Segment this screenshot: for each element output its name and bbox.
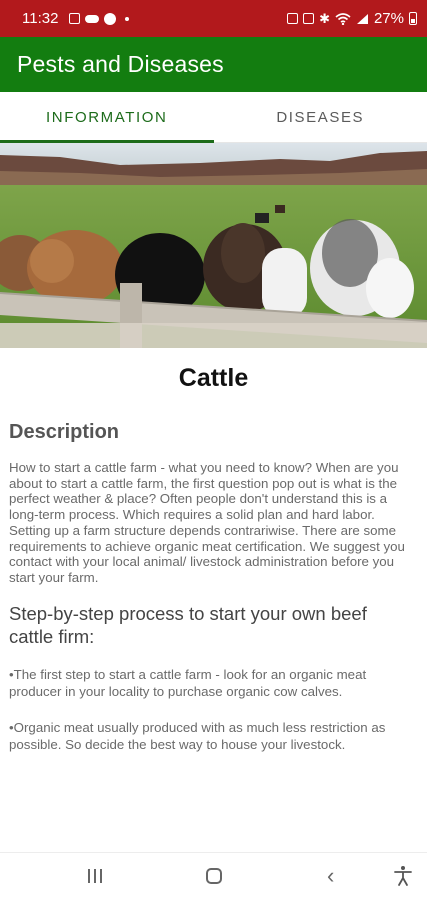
description-heading: Description	[9, 421, 427, 444]
app-title: Pests and Diseases	[17, 51, 224, 78]
whatsapp-icon	[104, 13, 116, 25]
tab-information[interactable]: INFORMATION	[0, 92, 214, 142]
battery-level: 27%	[374, 10, 404, 27]
animal-title: Cattle	[0, 364, 427, 393]
cattle-photo-icon	[0, 143, 427, 348]
accessibility-icon[interactable]	[393, 865, 413, 887]
status-time: 11:32	[22, 10, 58, 27]
lock-icon	[287, 13, 298, 24]
alarm-icon	[303, 13, 314, 24]
signal-icon	[356, 13, 369, 25]
tab-diseases[interactable]: DISEASES	[214, 92, 427, 142]
recents-button[interactable]	[88, 869, 102, 883]
step-item: •Organic meat usually produced with as m…	[9, 719, 413, 754]
app-bar: Pests and Diseases	[0, 37, 427, 92]
back-button[interactable]: ‹	[327, 866, 334, 886]
image-notification-icon	[69, 13, 80, 24]
home-button[interactable]	[206, 868, 222, 884]
battery-icon	[409, 12, 417, 25]
tab-bar: INFORMATION DISEASES	[0, 92, 427, 143]
more-notifications-icon	[125, 17, 129, 21]
cloud-icon	[85, 15, 99, 23]
content-scroll[interactable]: Cattle Description How to start a cattle…	[0, 348, 427, 852]
status-bar: 11:32 ✱ 27%	[0, 0, 427, 37]
bluetooth-icon: ✱	[319, 11, 330, 27]
step-item: •The first step to start a cattle farm -…	[9, 666, 413, 701]
system-nav-bar: ‹	[0, 852, 427, 901]
description-text: How to start a cattle farm - what you ne…	[9, 460, 417, 586]
steps-heading: Step-by-step process to start your own b…	[9, 602, 413, 648]
wifi-icon	[335, 13, 351, 25]
hero-image	[0, 143, 427, 348]
